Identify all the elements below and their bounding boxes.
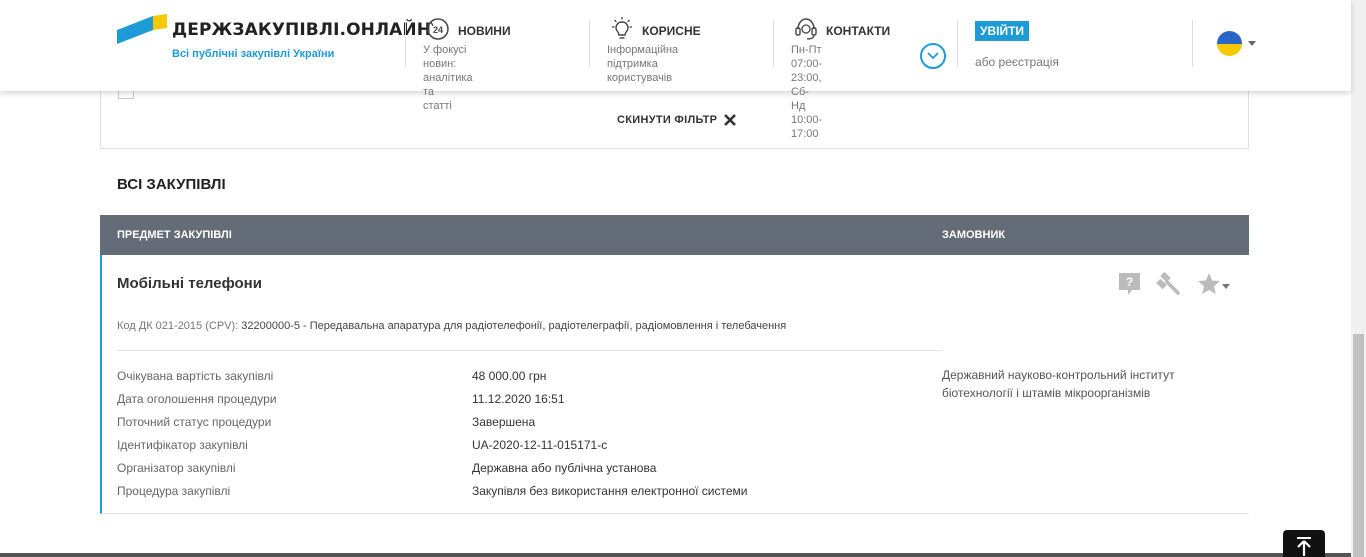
announcement-date: 11.12.2020 16:51 [472, 392, 565, 406]
procedure-status: Завершена [472, 415, 536, 429]
table-row: Мобільні телефони ? Код ДК 021-2015 (CPV… [100, 255, 1249, 514]
nav-news-desc: У фокусі новин: аналітика та статті [423, 44, 473, 112]
divider [405, 20, 406, 67]
svg-text:?: ? [1126, 275, 1133, 289]
ukraine-flag-icon [1217, 31, 1242, 56]
tender-id: UA-2020-12-11-015171-c [472, 438, 608, 452]
field-label: Ідентифікатор закупівлі [117, 438, 248, 452]
procedure-type: Закупівля без використання електронної с… [472, 484, 748, 498]
close-icon [724, 114, 737, 126]
divider [773, 20, 774, 67]
language-selector[interactable] [1217, 31, 1256, 56]
section-title: ВСІ ЗАКУПІВЛІ [117, 176, 226, 193]
cpv-code: Код ДК 021-2015 (CPV): 32200000-5 - Пере… [117, 320, 787, 332]
news-24-icon: 24 [427, 18, 449, 40]
caret-down-icon[interactable] [1222, 283, 1230, 289]
nav-contacts-desc: Пн-Пт 07:00-23:00, Сб-Нд 10:00-17:00 [791, 44, 823, 140]
divider [1192, 20, 1193, 67]
lightbulb-icon [612, 17, 632, 39]
organizer-type: Державна або публічна установа [472, 461, 657, 475]
login-button[interactable]: УВІЙТИ [975, 21, 1030, 41]
question-icon[interactable]: ? [1117, 271, 1142, 297]
footer-edge [0, 553, 1351, 557]
register-link[interactable]: або реєстрація [975, 55, 1059, 69]
field-label: Організатор закупівлі [117, 461, 236, 475]
divider [589, 20, 590, 67]
nav-useful-title: КОРИСНЕ [642, 24, 701, 38]
scrollbar-thumb[interactable] [1353, 334, 1364, 557]
row-actions: ? [1117, 271, 1230, 297]
nav-useful-desc: Інформаційна підтримка користувачів [607, 44, 679, 84]
arrow-up-icon [1297, 537, 1311, 556]
table-header: ПРЕДМЕТ ЗАКУПІВЛІ ЗАМОВНИК [100, 215, 1249, 255]
reset-filter-button[interactable]: СКИНУТИ ФІЛЬТР [617, 113, 737, 127]
star-icon[interactable] [1196, 271, 1222, 297]
scrollbar[interactable] [1351, 0, 1366, 557]
field-label: Очікувана вартість закупівлі [117, 369, 274, 383]
site-header: ДЕРЖЗАКУПІВЛІ.ОНЛАЙН Всі публічні закупі… [0, 0, 1351, 140]
logo-title[interactable]: ДЕРЖЗАКУПІВЛІ.ОНЛАЙН [172, 20, 431, 40]
scroll-to-top-button[interactable] [1283, 530, 1325, 557]
tender-title-link[interactable]: Мобільні телефони [117, 275, 262, 292]
logo-subtitle: Всі публічні закупівлі України [172, 48, 335, 60]
divider [957, 20, 958, 67]
expand-contacts-button[interactable] [920, 43, 946, 69]
expected-value: 48 000.00 грн [472, 369, 547, 383]
logo[interactable] [117, 14, 169, 46]
field-label: Поточний статус процедури [117, 415, 272, 429]
field-label: Процедура закупівлі [117, 484, 231, 498]
svg-text:24: 24 [433, 25, 443, 35]
divider [117, 350, 942, 351]
nav-news-title: НОВИНИ [458, 24, 511, 38]
gavel-icon[interactable] [1156, 271, 1182, 297]
column-header-customer: ЗАМОВНИК [942, 229, 1006, 241]
customer-name[interactable]: Державний науково-контрольний інститут б… [942, 366, 1222, 402]
headset-icon [795, 18, 817, 40]
caret-down-icon [1248, 41, 1256, 46]
reset-filter-label: СКИНУТИ ФІЛЬТР [617, 114, 718, 126]
logo-icon [117, 14, 167, 44]
field-label: Дата оголошення процедури [117, 392, 277, 406]
nav-contacts-title: КОНТАКТИ [826, 24, 891, 38]
column-header-subject: ПРЕДМЕТ ЗАКУПІВЛІ [117, 229, 232, 241]
chevron-down-icon [927, 52, 939, 60]
